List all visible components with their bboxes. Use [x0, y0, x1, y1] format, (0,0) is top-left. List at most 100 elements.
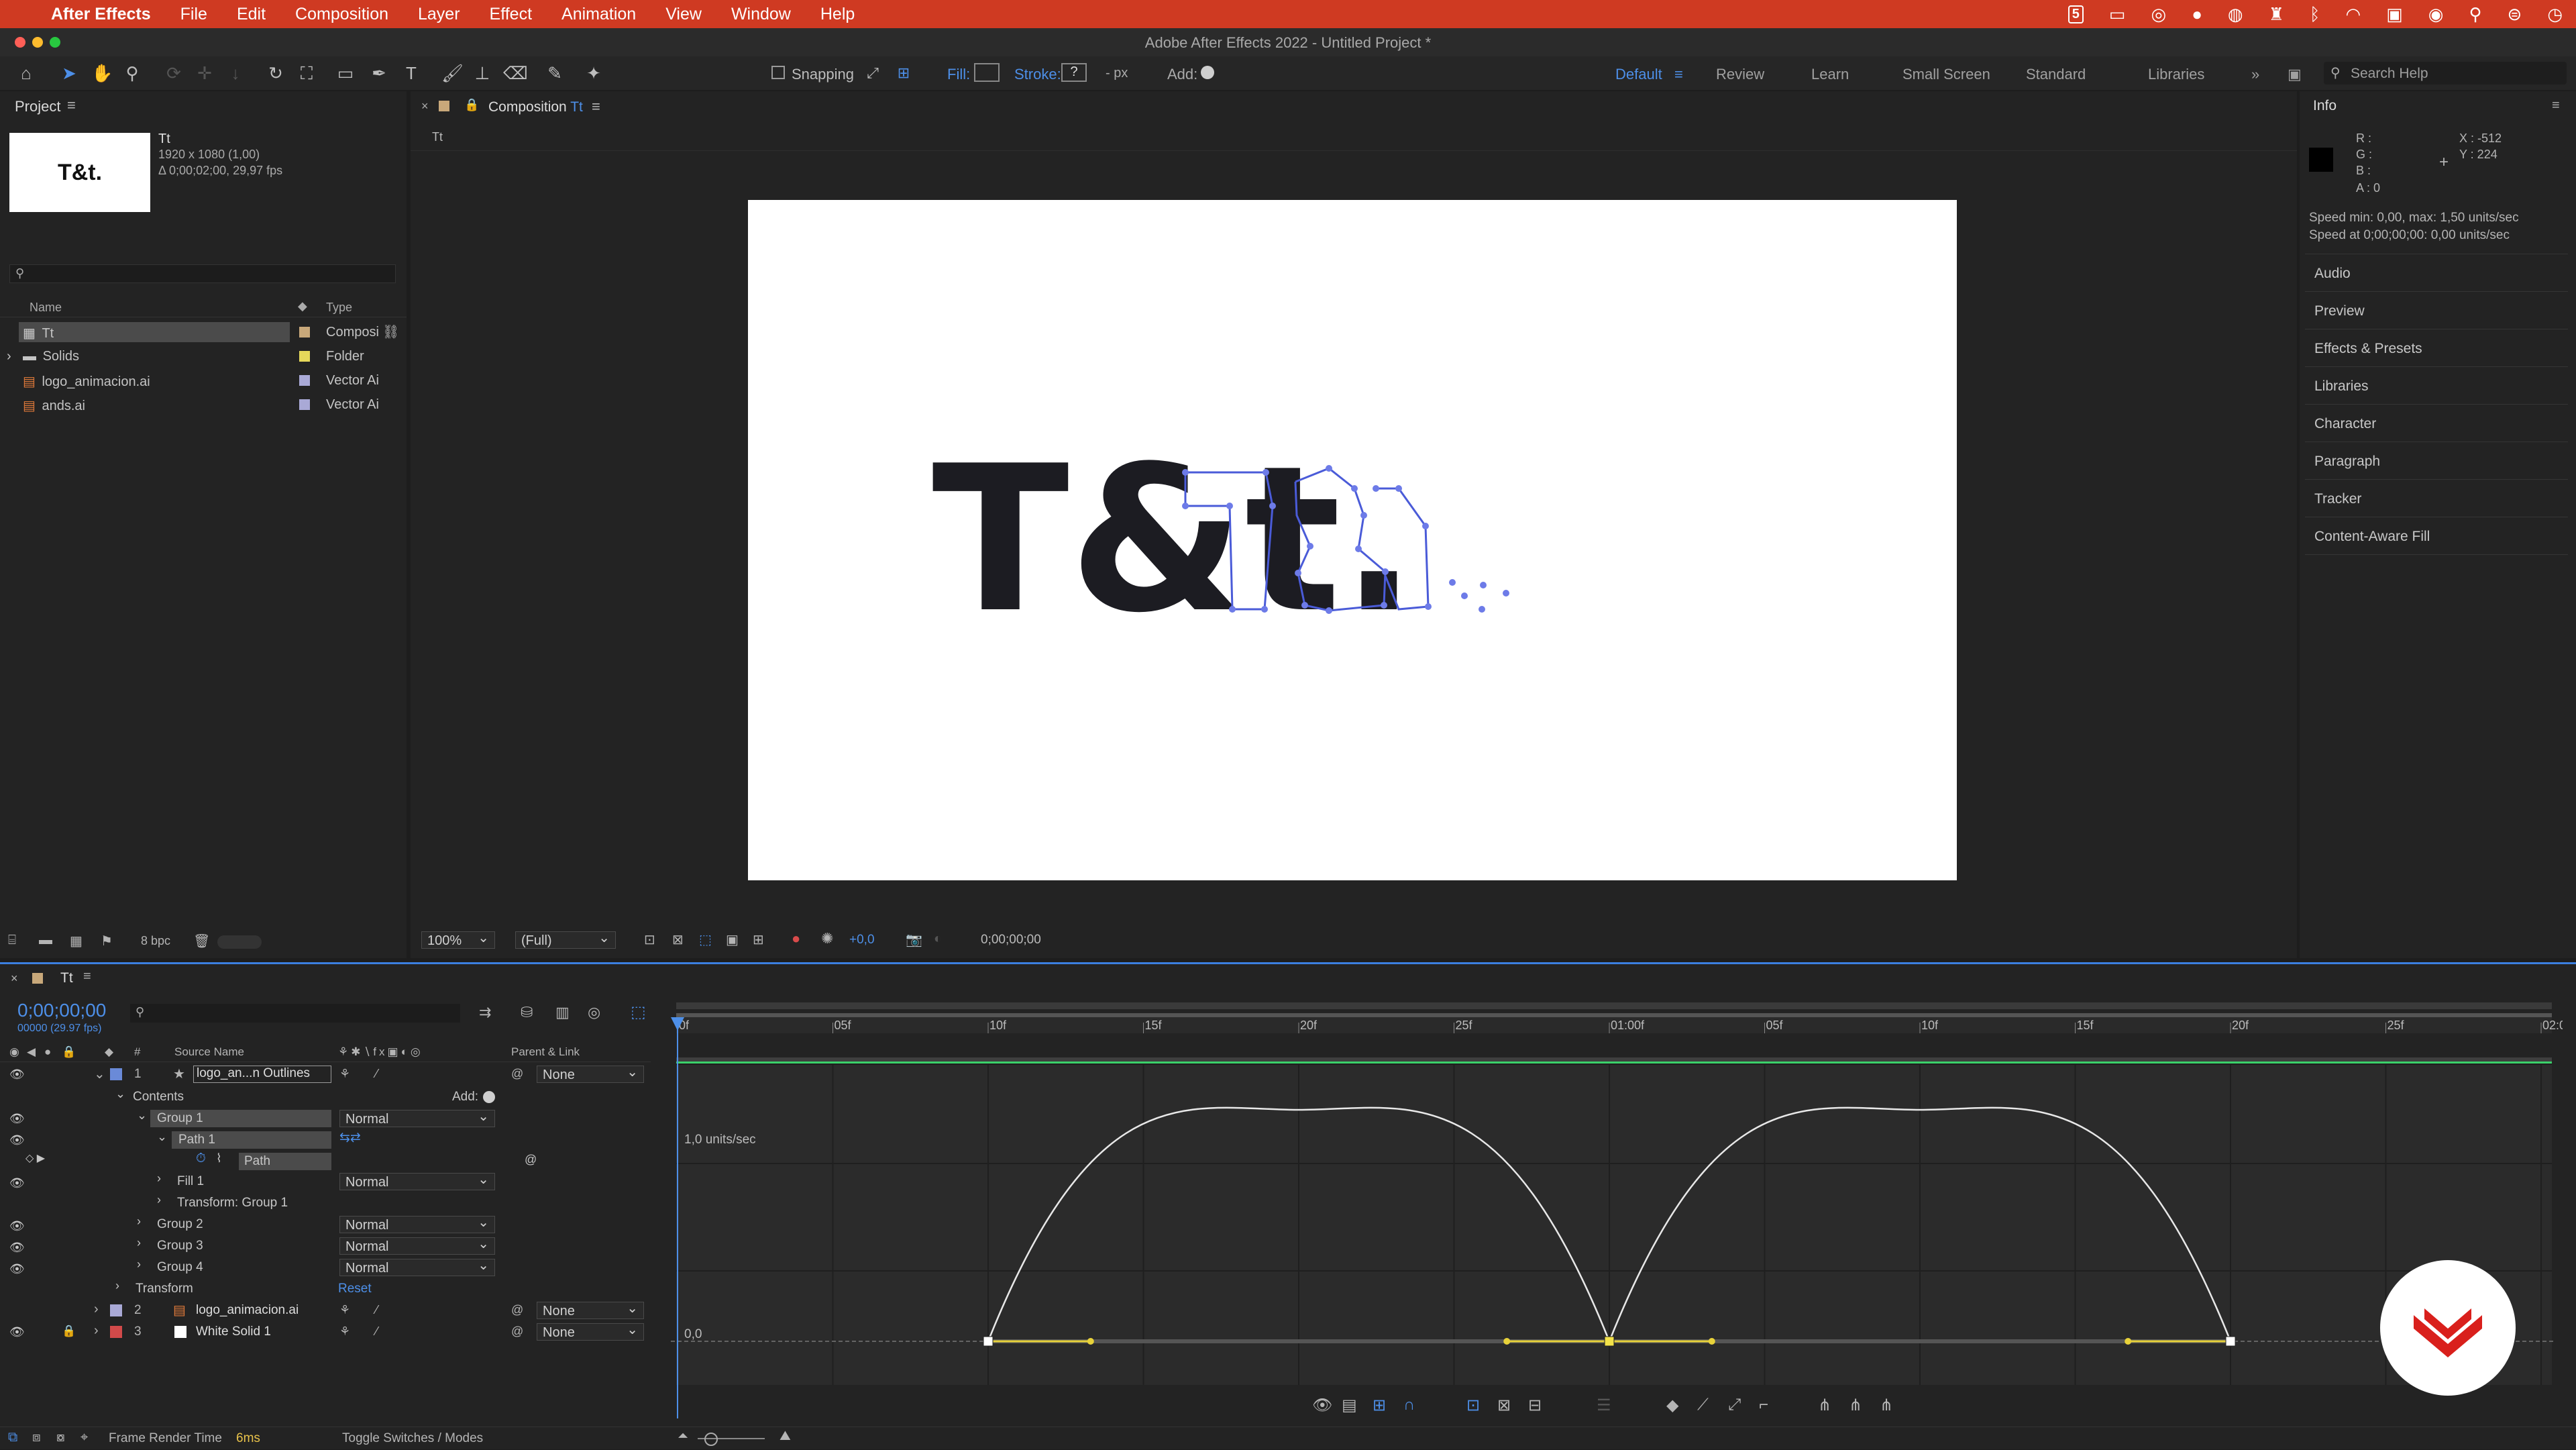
visibility-eye-icon[interactable]: 👁: [9, 1134, 25, 1146]
visibility-eye-icon[interactable]: 👁: [9, 1220, 25, 1232]
flowchart-icon[interactable]: ⛓: [382, 323, 399, 340]
resolution-dropdown[interactable]: (Full): [515, 929, 616, 949]
lock-icon[interactable]: 🔒: [464, 98, 479, 112]
panel-preview[interactable]: Preview: [2314, 303, 2365, 319]
comp-timecode[interactable]: 0;00;00;00: [981, 933, 1041, 947]
toggle-switches-modes[interactable]: Toggle Switches / Modes: [342, 1431, 483, 1446]
panel-menu-icon[interactable]: ≡: [67, 97, 76, 114]
menu-help[interactable]: Help: [820, 5, 855, 24]
workspace-small-screen[interactable]: Small Screen: [1902, 66, 1990, 83]
separate-dimensions-icon[interactable]: ⊟: [1528, 1396, 1542, 1415]
shy-layers-icon[interactable]: ▥: [555, 1004, 570, 1021]
panel-menu-icon[interactable]: ≡: [2552, 98, 2560, 113]
interpret-footage-icon[interactable]: ⌸: [8, 933, 16, 948]
composition-canvas[interactable]: T&t.: [748, 200, 1957, 880]
source-name-header[interactable]: Source Name: [174, 1045, 244, 1059]
keyframe-marker[interactable]: [2225, 1336, 2236, 1347]
layer-name[interactable]: logo_animacion.ai: [196, 1303, 299, 1318]
visibility-eye-icon[interactable]: 👁: [9, 1177, 25, 1189]
project-item-row[interactable]: ▬ Solids: [23, 349, 79, 364]
timeline-search-input[interactable]: ⚲: [130, 1004, 460, 1023]
parent-link-header[interactable]: Parent & Link: [511, 1045, 580, 1059]
transparency-grid-icon[interactable]: ⊠: [672, 931, 684, 948]
draft-3d-icon[interactable]: ⛁: [521, 1004, 533, 1021]
blend-mode-dropdown[interactable]: Normal: [339, 1108, 495, 1127]
control-center-icon[interactable]: ⊜: [2508, 4, 2522, 25]
add-menu-icon[interactable]: [1201, 66, 1214, 79]
keyframe-marker[interactable]: [983, 1336, 994, 1347]
menu-composition[interactable]: Composition: [295, 5, 388, 24]
panel-menu-icon[interactable]: ≡: [592, 98, 600, 115]
collapse-switch-icon[interactable]: ⚘: [339, 1325, 350, 1339]
easy-ease-out-icon[interactable]: ⋔: [1880, 1396, 1893, 1415]
project-item-tt[interactable]: [19, 322, 290, 342]
group-3-label[interactable]: Group 3: [157, 1239, 203, 1253]
transform-reset-link[interactable]: Reset: [338, 1282, 372, 1296]
channel-icon[interactable]: ●: [792, 930, 800, 947]
expand-arrow-icon[interactable]: ›: [137, 1214, 141, 1229]
rotate-tool-icon[interactable]: ↻: [266, 63, 286, 83]
zoom-tool-icon[interactable]: ⚲: [122, 63, 142, 83]
project-item-row[interactable]: ▤ logo_animacion.ai: [23, 373, 150, 390]
menu-edit[interactable]: Edit: [237, 5, 266, 24]
menu-effect[interactable]: Effect: [490, 5, 532, 24]
pickwhip-icon[interactable]: @: [511, 1067, 523, 1081]
snap-options-icon[interactable]: ⤢: [863, 63, 883, 83]
convert-vertex-icon[interactable]: ⌐: [1759, 1396, 1768, 1414]
quality-switch-icon[interactable]: ⁄: [376, 1303, 378, 1317]
workspace-libraries[interactable]: Libraries: [2148, 66, 2204, 83]
bezier-handle[interactable]: [2125, 1338, 2132, 1345]
brush-tool-icon[interactable]: 🖌: [441, 63, 464, 83]
expand-arrow-icon[interactable]: ›: [157, 1193, 161, 1207]
menu-animation[interactable]: Animation: [561, 5, 636, 24]
wifi-icon[interactable]: ◠: [2346, 4, 2361, 25]
path-expand-icon[interactable]: ⌄: [157, 1130, 167, 1144]
pan-tool-icon[interactable]: ✛: [195, 63, 215, 83]
render-time-icon[interactable]: ⌖: [80, 1430, 88, 1445]
exposure-value[interactable]: +0,0: [849, 933, 875, 947]
keyframe-marker[interactable]: [1604, 1336, 1615, 1347]
castle-icon[interactable]: ♜: [2269, 4, 2284, 25]
current-time-display[interactable]: 0;00;00;00: [17, 1000, 106, 1021]
quality-switch-icon[interactable]: ⁄: [376, 1067, 378, 1081]
visibility-eye-icon[interactable]: 👁: [9, 1068, 25, 1080]
menu-layer[interactable]: Layer: [418, 5, 460, 24]
type-column-header[interactable]: Type: [326, 301, 352, 315]
app-name[interactable]: After Effects: [51, 5, 151, 24]
eraser-tool-icon[interactable]: ⌫: [503, 63, 528, 83]
add-menu-icon[interactable]: [483, 1091, 495, 1103]
hand-tool-icon[interactable]: ✋: [91, 63, 113, 83]
show-snapshot-icon[interactable]: ◐: [934, 931, 942, 947]
workspace-default[interactable]: Default: [1615, 66, 1662, 83]
home-icon[interactable]: ⌂: [16, 63, 36, 83]
name-column-header[interactable]: Name: [30, 301, 62, 315]
blend-mode-dropdown[interactable]: Normal: [339, 1235, 495, 1255]
panel-content-aware-fill[interactable]: Content-Aware Fill: [2314, 529, 2430, 545]
panel-tracker[interactable]: Tracker: [2314, 491, 2361, 507]
speed-graph[interactable]: 0f 05f 10f 15f 20f 25f 01:00f 05f 10f 15f 20f 25f 02…: [671, 1002, 2563, 1418]
layer-name[interactable]: logo_an...n Outlines: [193, 1066, 331, 1083]
magnification-dropdown[interactable]: 100%: [421, 929, 495, 949]
panel-menu-icon[interactable]: ≡: [83, 969, 91, 984]
blend-mode-dropdown[interactable]: Normal: [339, 1257, 495, 1276]
spotlight-icon[interactable]: ⚲: [2469, 4, 2481, 25]
visibility-eye-icon[interactable]: 👁: [9, 1263, 25, 1275]
collapse-arrow-icon[interactable]: ⌄: [94, 1066, 105, 1082]
grid-guides-icon[interactable]: ⊞: [753, 931, 764, 948]
delete-icon[interactable]: 🗑: [193, 933, 210, 949]
graph-editor-icon[interactable]: ⬚: [631, 1002, 646, 1022]
exposure-reset-icon[interactable]: ✺: [821, 930, 833, 947]
keyframe-nav-icon[interactable]: ◇ ▶: [25, 1151, 45, 1165]
parent-dropdown[interactable]: None: [537, 1321, 644, 1341]
expand-arrow-icon[interactable]: ›: [137, 1236, 141, 1250]
layer-row-1[interactable]: 👁 ⌄ 1 ★ logo_an...n Outlines ⚘ ⁄ @ None: [0, 1064, 651, 1084]
project-search-input[interactable]: ⚲: [9, 264, 396, 283]
layer-name[interactable]: White Solid 1: [196, 1325, 271, 1339]
screen-icon[interactable]: ▭: [2109, 4, 2126, 25]
bluetooth-icon[interactable]: ᛒ: [2310, 4, 2320, 25]
fill-swatch[interactable]: [974, 63, 1000, 82]
breadcrumb-item-tt[interactable]: Tt: [432, 130, 443, 144]
snap-icon[interactable]: ∩: [1403, 1396, 1415, 1414]
expand-arrow-icon[interactable]: ›: [94, 1323, 99, 1339]
dolly-tool-icon[interactable]: ↓: [225, 63, 246, 83]
